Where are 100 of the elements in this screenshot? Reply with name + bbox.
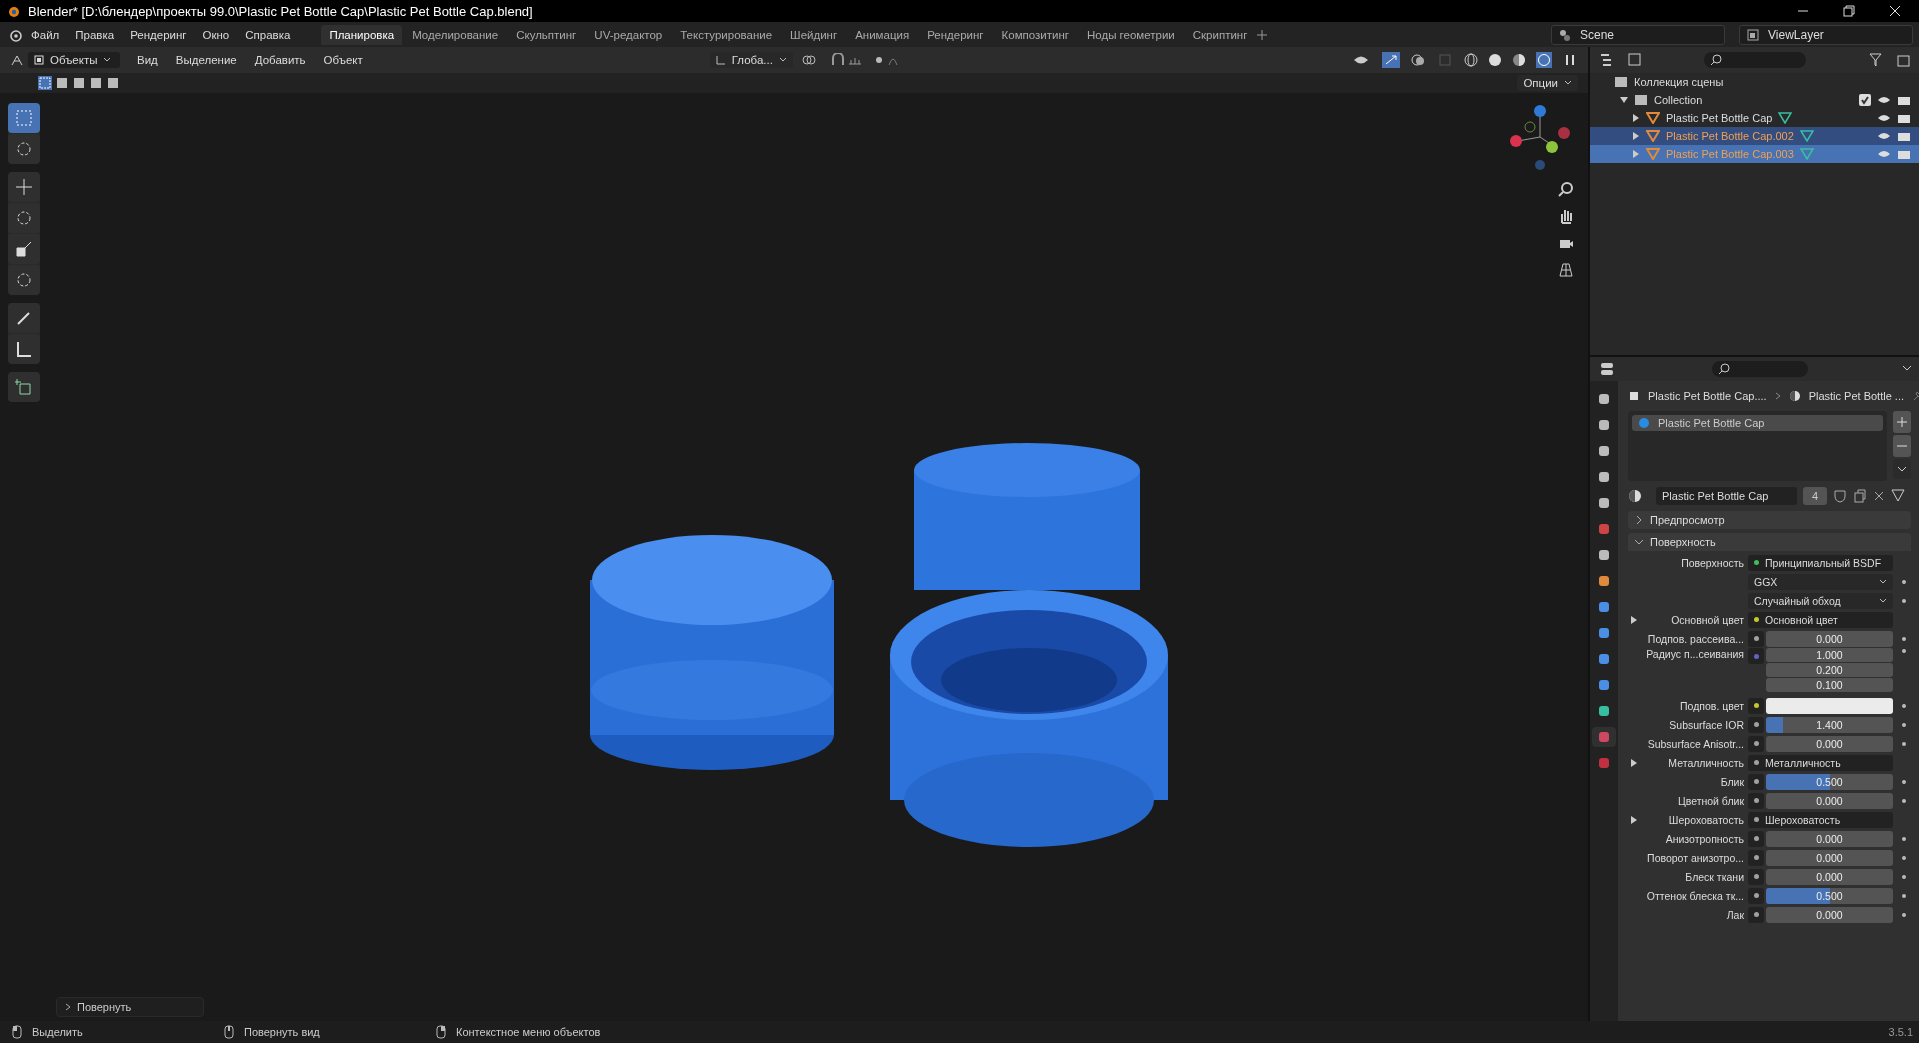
value-slider[interactable]: 0.000	[1766, 849, 1893, 866]
menu-item[interactable]: Рендеринг	[123, 26, 194, 43]
workspace-tab[interactable]: Моделирование	[404, 24, 507, 45]
workspace-tab[interactable]: Анимация	[847, 24, 918, 45]
duplicate-icon[interactable]	[1853, 489, 1867, 503]
dropdown[interactable]: GGX	[1748, 573, 1893, 590]
material-shading-icon[interactable]	[1512, 53, 1526, 67]
keyframe-dot-icon[interactable]	[1901, 778, 1907, 785]
outliner-row[interactable]: Plastic Pet Bottle Cap	[1590, 109, 1919, 127]
dropdown[interactable]: Случайный обход	[1748, 592, 1893, 609]
eye-icon[interactable]	[1877, 112, 1891, 124]
socket-button[interactable]	[1748, 906, 1764, 923]
value-slider[interactable]: 0.500	[1766, 773, 1893, 790]
menu-item[interactable]: Справка	[238, 26, 298, 43]
viewport-menu[interactable]: Объект	[316, 52, 370, 68]
selection-mode-icon[interactable]	[72, 76, 86, 90]
expand-arrow-icon[interactable]	[1630, 615, 1638, 624]
socket-button[interactable]	[1748, 792, 1764, 809]
orientation-dropdown[interactable]: Глоба...	[709, 52, 793, 68]
restore-icon[interactable]	[1843, 5, 1855, 17]
solid-shading-icon[interactable]	[1488, 53, 1502, 67]
value-slider[interactable]: 0.000	[1766, 735, 1893, 752]
socket-link-field[interactable]: Шероховатость	[1748, 811, 1893, 828]
socket-button[interactable]	[1748, 849, 1764, 866]
keyframe-dot-icon[interactable]	[1901, 740, 1907, 747]
panel-header[interactable]: Предпросмотр	[1628, 511, 1911, 529]
viewport-menu[interactable]: Вид	[130, 52, 165, 68]
search-field[interactable]	[1704, 52, 1806, 68]
add-cube-icon[interactable]	[8, 372, 40, 402]
value-slider[interactable]: 0.000	[1766, 830, 1893, 847]
expand-arrow-icon[interactable]	[1630, 815, 1638, 824]
mesh-data-icon[interactable]	[1799, 130, 1814, 142]
keyframe-dot-icon[interactable]	[1901, 578, 1907, 585]
checkbox-icon[interactable]	[1859, 94, 1871, 106]
material-slot[interactable]: Plastic Pet Bottle Cap	[1632, 415, 1883, 431]
scale-icon[interactable]	[8, 234, 40, 264]
keyframe-dot-icon[interactable]	[1901, 854, 1907, 861]
keyframe-dot-icon[interactable]	[1901, 873, 1907, 880]
socket-button[interactable]	[1748, 868, 1764, 885]
search-field[interactable]	[1712, 361, 1808, 377]
hand-icon[interactable]	[1558, 208, 1574, 224]
workspace-tab[interactable]: UV-редактор	[586, 24, 671, 45]
mesh-data-icon[interactable]	[1778, 112, 1793, 124]
value-slider[interactable]: 0.000	[1766, 868, 1893, 885]
socket-link-field[interactable]: Основной цвет	[1748, 611, 1893, 628]
workspace-tab[interactable]: Текстурирование	[672, 24, 781, 45]
remove-slot-icon[interactable]	[1893, 435, 1911, 457]
socket-button[interactable]	[1748, 773, 1764, 790]
selection-mode-icon[interactable]	[89, 76, 103, 90]
camera-icon[interactable]	[1897, 130, 1911, 142]
rotate-icon[interactable]	[8, 203, 40, 233]
socket-button[interactable]	[1748, 830, 1764, 847]
transform-icon[interactable]	[8, 265, 40, 295]
keyframe-dot-icon[interactable]	[1901, 648, 1907, 654]
rendered-shading-icon[interactable]	[1536, 52, 1552, 68]
camera-icon[interactable]	[1897, 112, 1911, 124]
keyframe-dot-icon[interactable]	[1901, 597, 1907, 604]
socket-button[interactable]	[1748, 887, 1764, 904]
keyframe-dot-icon[interactable]	[1901, 721, 1907, 728]
socket-button[interactable]	[1748, 716, 1764, 733]
keyframe-dot-icon[interactable]	[1901, 835, 1907, 842]
properties-tab[interactable]	[1592, 727, 1616, 747]
material-name-field[interactable]: Plastic Pet Bottle Cap	[1656, 487, 1797, 505]
keyframe-dot-icon[interactable]	[1901, 797, 1907, 804]
camera-icon[interactable]	[1897, 94, 1911, 106]
menu-item[interactable]: Окно	[195, 26, 237, 43]
workspace-tab[interactable]: Ноды геометрии	[1079, 24, 1183, 45]
options-dropdown[interactable]: Опции	[1517, 75, 1578, 91]
zoom-icon[interactable]	[1558, 181, 1574, 197]
value-slider[interactable]: 0.000	[1766, 906, 1893, 923]
eye-icon[interactable]	[1877, 94, 1891, 106]
last-operator-panel[interactable]: Повернуть	[56, 997, 204, 1017]
workspace-tab[interactable]: Скриптинг	[1184, 24, 1256, 45]
select-box-icon[interactable]	[8, 103, 40, 133]
socket-button[interactable]	[1748, 630, 1764, 647]
move-icon[interactable]	[8, 172, 40, 202]
viewport-menu[interactable]: Добавить	[247, 52, 313, 68]
add-slot-icon[interactable]	[1893, 411, 1911, 433]
shield-icon[interactable]	[1833, 489, 1847, 503]
cursor-icon[interactable]	[8, 134, 40, 164]
viewport-menu[interactable]: Выделение	[168, 52, 244, 68]
grid-icon[interactable]	[1558, 262, 1574, 278]
expand-arrow-icon[interactable]	[1630, 758, 1638, 767]
keyframe-dot-icon[interactable]	[1901, 635, 1907, 642]
annotate-icon[interactable]	[8, 303, 40, 333]
socket-link-field[interactable]: Принципиальный BSDF	[1748, 554, 1893, 571]
value-slider[interactable]: 0.000	[1766, 630, 1893, 647]
editor-type-icon[interactable]	[10, 53, 24, 67]
new-collection-icon[interactable]	[1897, 53, 1913, 67]
value-slider[interactable]: 0.500	[1766, 887, 1893, 904]
selection-mode-icon[interactable]	[106, 76, 120, 90]
wireframe-shading-icon[interactable]	[1464, 53, 1478, 67]
expand-arrow-icon[interactable]	[1620, 96, 1628, 104]
value-field[interactable]: 0.100	[1766, 678, 1893, 692]
value-field[interactable]: 1.000	[1766, 648, 1893, 662]
eye-icon[interactable]	[1877, 130, 1891, 142]
view-layer-field[interactable]: ViewLayer	[1739, 24, 1913, 45]
value-slider[interactable]: 0.000	[1766, 792, 1893, 809]
user-count[interactable]: 4	[1802, 487, 1827, 505]
workspace-tab[interactable]: Шейдинг	[782, 24, 846, 45]
